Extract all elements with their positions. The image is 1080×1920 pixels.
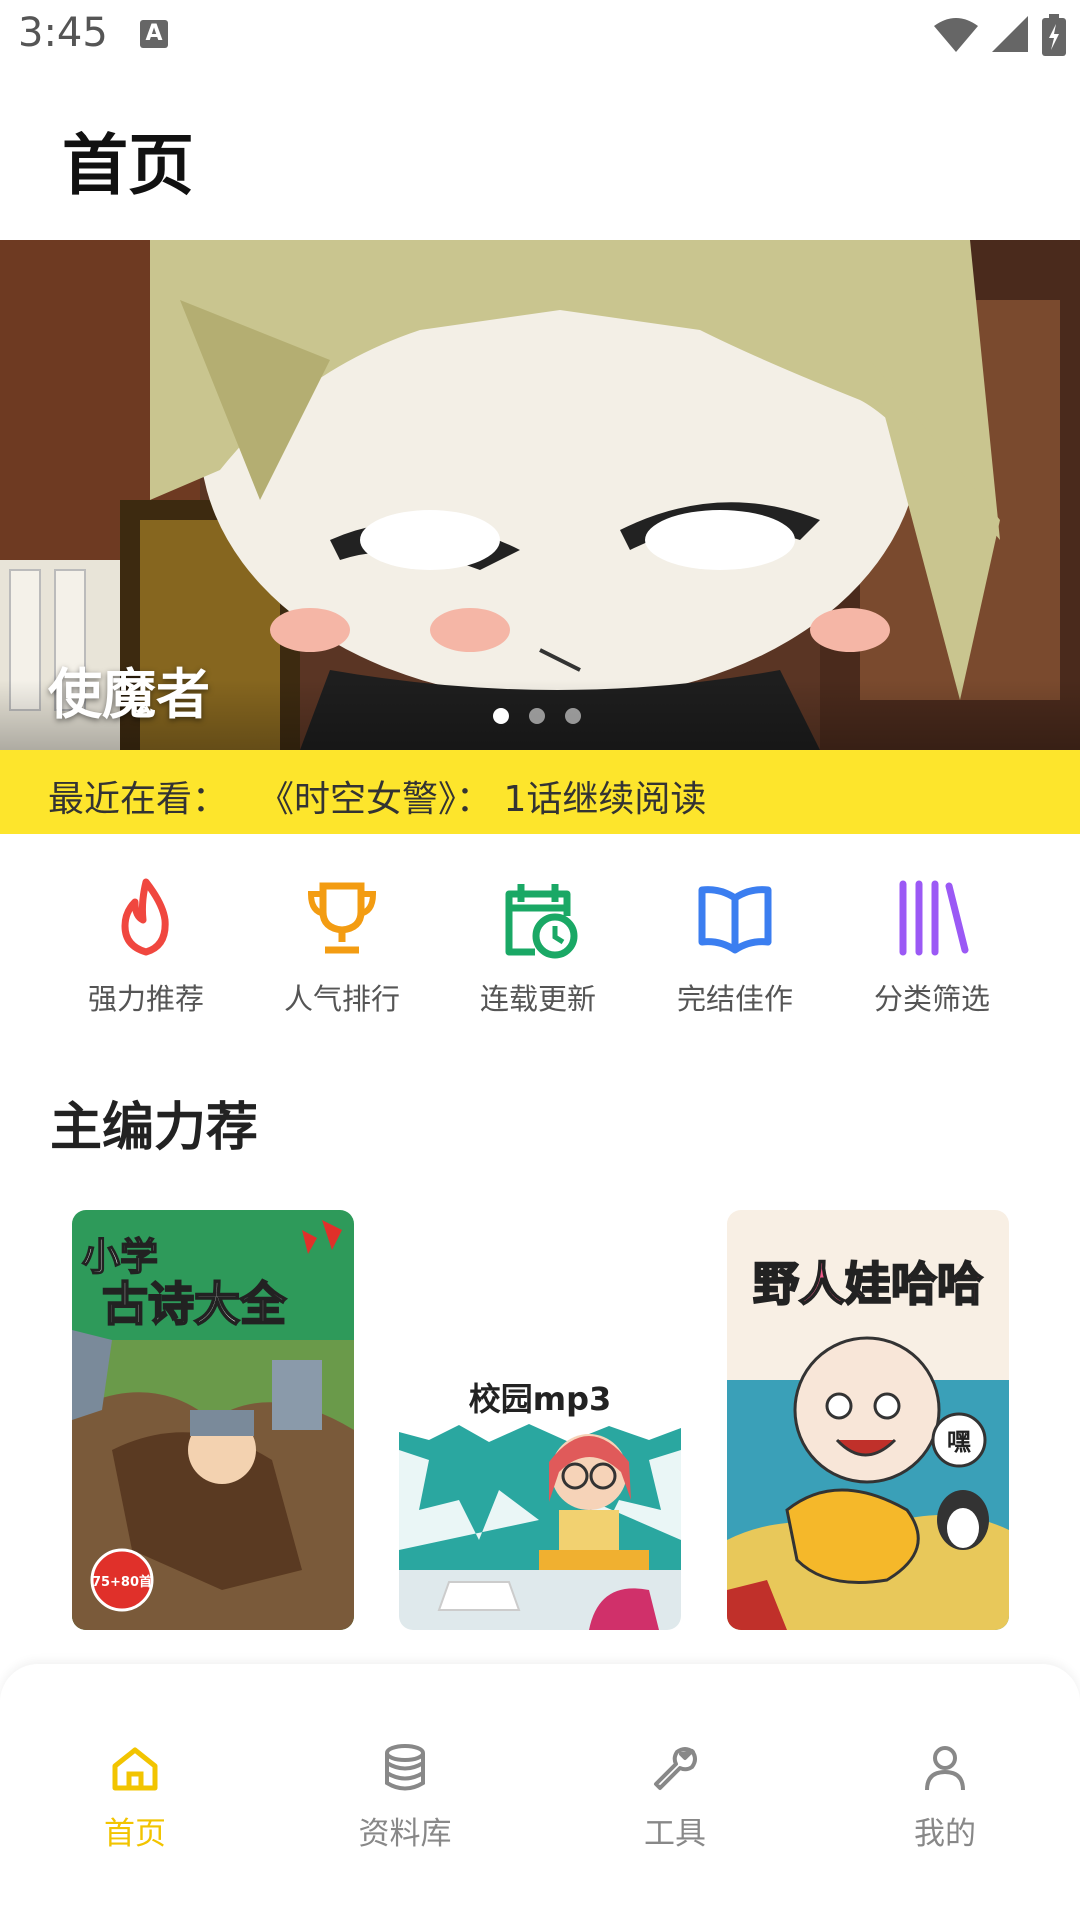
status-bar: 3:45 A	[0, 0, 1080, 72]
carousel-dots[interactable]	[493, 708, 581, 724]
flame-icon	[121, 878, 169, 956]
category-serial[interactable]: 连载更新	[453, 876, 623, 1018]
carousel-dot-2[interactable]	[529, 708, 545, 724]
category-ranking[interactable]: 人气排行	[257, 876, 427, 1018]
library-icon	[899, 880, 969, 956]
category-completed[interactable]: 完结佳作	[650, 876, 820, 1018]
database-icon	[385, 1744, 425, 1791]
nav-library[interactable]: 资料库	[325, 1742, 485, 1853]
user-icon	[925, 1746, 965, 1791]
category-recommend[interactable]: 强力推荐	[61, 876, 231, 1018]
category-label: 强力推荐	[87, 982, 204, 1016]
category-label: 人气排行	[283, 982, 400, 1016]
category-label: 完结佳作	[676, 982, 793, 1016]
battery-icon	[1042, 14, 1066, 56]
banner-carousel[interactable]: 使魔者	[0, 240, 1080, 750]
recent-reading-bar[interactable]: 最近在看： 《时空女警》： 1话继续阅读	[0, 750, 1080, 834]
recent-continue-link[interactable]: 《时空女警》： 1话继续阅读	[258, 770, 706, 822]
trophy-icon	[307, 882, 377, 954]
wifi-icon	[934, 18, 978, 52]
page-title: 首页	[62, 127, 194, 204]
book-1-line2: 古诗大全	[102, 1277, 287, 1331]
category-label: 分类筛选	[873, 982, 990, 1016]
book-cover-image: 校园mp3	[399, 1210, 681, 1630]
nav-label: 工具	[644, 1816, 706, 1852]
bottom-navigation: 首页 资料库 工具 我的	[0, 1664, 1080, 1920]
home-icon	[112, 1747, 158, 1791]
calendar-clock-icon	[505, 884, 578, 959]
nav-tools[interactable]: 工具	[595, 1742, 755, 1853]
carousel-dot-3[interactable]	[565, 708, 581, 724]
signal-icon	[992, 16, 1028, 52]
wrench-icon	[654, 1747, 697, 1790]
book-1-line1: 小学	[82, 1235, 158, 1279]
book-1-badge: 75+80首	[92, 1574, 152, 1590]
nav-label: 资料库	[358, 1816, 452, 1852]
status-icons	[934, 14, 1066, 56]
book-2-title: 校园mp3	[469, 1380, 612, 1418]
nav-home[interactable]: 首页	[55, 1742, 215, 1853]
status-time: 3:45	[18, 10, 108, 56]
book-icon	[698, 886, 772, 954]
recent-label: 最近在看：	[48, 779, 229, 820]
nav-profile[interactable]: 我的	[865, 1742, 1025, 1853]
book-3-title: 野人娃哈哈	[753, 1257, 983, 1311]
keyboard-a-icon: A	[140, 20, 168, 48]
category-filter[interactable]: 分类筛选	[847, 876, 1017, 1018]
book-cover-3[interactable]: 野人娃哈哈 嘿	[727, 1210, 1009, 1630]
book-cover-image: 野人娃哈哈 嘿	[727, 1210, 1009, 1630]
banner-title: 使魔者	[48, 663, 210, 726]
section-title: 主编力荐	[50, 1098, 259, 1158]
book-cover-2[interactable]: 校园mp3	[399, 1210, 681, 1630]
book-3-badge: 嘿	[947, 1428, 971, 1456]
book-cover-image: 小学 古诗大全 75+80首	[72, 1210, 354, 1630]
carousel-dot-1[interactable]	[493, 708, 509, 724]
category-shortcuts: 强力推荐 人气排行 连载更新 完结佳作 分类筛选	[0, 876, 1080, 1016]
nav-label: 我的	[914, 1816, 976, 1852]
book-cover-1[interactable]: 小学 古诗大全 75+80首	[72, 1210, 354, 1630]
nav-label: 首页	[104, 1816, 166, 1852]
category-label: 连载更新	[479, 982, 596, 1016]
